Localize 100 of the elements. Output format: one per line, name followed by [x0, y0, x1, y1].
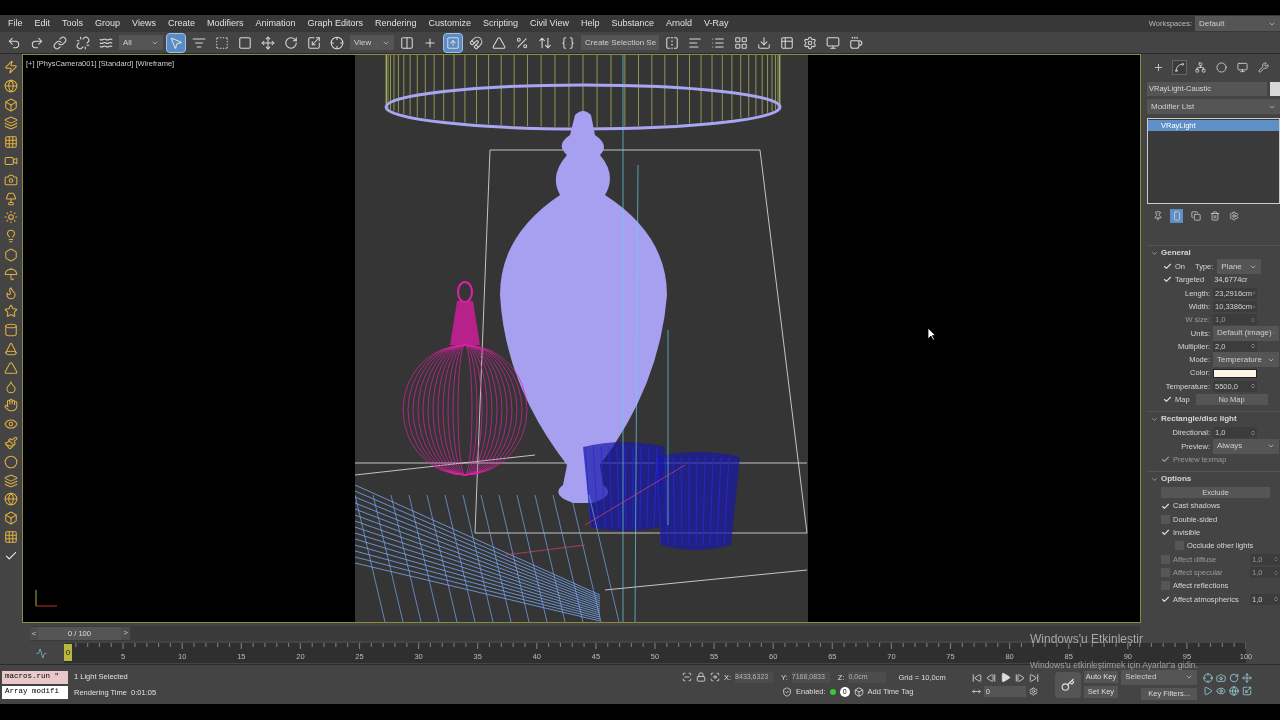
menu-item[interactable]: Graph Editors — [301, 16, 369, 31]
menu-item[interactable]: Tools — [56, 16, 90, 31]
curve-editor-icon[interactable] — [36, 647, 47, 659]
scale-icon[interactable] — [1242, 686, 1253, 696]
triangle-icon[interactable] — [4, 360, 18, 375]
step-forward-button[interactable] — [1014, 672, 1025, 683]
circle-tab[interactable] — [1214, 59, 1229, 75]
curve-tab[interactable] — [1172, 59, 1187, 75]
menu-item[interactable]: File — [2, 16, 29, 31]
eye-icon[interactable] — [4, 417, 18, 432]
umbrella-icon[interactable] — [4, 266, 18, 281]
checkbox[interactable] — [1163, 395, 1172, 405]
settings-button[interactable] — [1227, 209, 1240, 223]
shield-icon[interactable] — [782, 686, 792, 697]
checkbox[interactable] — [1161, 594, 1170, 604]
cone-icon[interactable] — [4, 341, 18, 356]
hierarchy-tab[interactable] — [1193, 59, 1208, 75]
current-frame-marker[interactable]: 0 — [64, 644, 72, 661]
rollout-title[interactable]: Options — [1161, 473, 1192, 486]
cube-icon[interactable] — [853, 686, 864, 697]
lamp-icon[interactable] — [4, 191, 18, 206]
layers-icon[interactable] — [4, 473, 18, 488]
pin-button[interactable] — [1151, 209, 1164, 223]
menu-item[interactable]: Customize — [422, 16, 478, 31]
option-dropdown[interactable]: Always — [1213, 438, 1279, 454]
play-outline-icon[interactable] — [1203, 686, 1214, 696]
next-frame-button[interactable]: > — [121, 627, 130, 640]
spinner-arrows-icon — [1250, 316, 1256, 323]
bolt-icon[interactable] — [4, 60, 18, 74]
eye-icon[interactable] — [1216, 686, 1227, 696]
copy-button[interactable] — [1189, 209, 1202, 223]
droplet-icon[interactable] — [4, 379, 18, 394]
workspaces-dropdown[interactable]: Default — [1195, 16, 1280, 31]
rollout-title[interactable]: Rectangle/disc light — [1161, 413, 1237, 426]
move-icon[interactable] — [1242, 673, 1253, 683]
checkbox[interactable] — [1161, 501, 1170, 511]
time-settings-icon[interactable] — [1028, 687, 1038, 696]
object-color-swatch[interactable] — [1270, 82, 1280, 96]
globe-icon[interactable] — [1229, 686, 1240, 696]
menu-item[interactable]: Substance — [605, 16, 660, 31]
lock-icon[interactable] — [696, 672, 706, 683]
layers-icon[interactable] — [4, 116, 18, 131]
rollout-caret-icon[interactable] — [1151, 475, 1158, 483]
option-dropdown[interactable]: Default (image) — [1213, 325, 1279, 341]
menu-item[interactable]: Rendering — [369, 16, 423, 31]
previous-frame-button[interactable]: < — [30, 627, 38, 640]
skip-back-button[interactable] — [971, 672, 982, 683]
flame-icon[interactable] — [4, 285, 18, 300]
video-camera-icon[interactable] — [4, 154, 18, 168]
menu-item[interactable]: Scripting — [477, 16, 525, 31]
globe-icon[interactable] — [4, 78, 18, 93]
option-dropdown[interactable]: Temperature — [1213, 352, 1279, 368]
rotate-icon[interactable] — [1229, 673, 1240, 683]
rollout-caret-icon[interactable] — [1151, 415, 1158, 423]
crosshair-icon[interactable] — [1203, 673, 1214, 683]
star-icon[interactable] — [4, 304, 18, 319]
color-swatch[interactable] — [1213, 368, 1257, 378]
trash-button[interactable] — [1208, 209, 1221, 223]
hexagon-icon[interactable] — [4, 247, 18, 262]
wrench-tab[interactable] — [1256, 59, 1271, 75]
sun-icon[interactable] — [4, 210, 18, 225]
key-set-dropdown[interactable]: Selected — [1121, 669, 1198, 685]
checkbox[interactable] — [1163, 275, 1172, 285]
globe-icon[interactable] — [4, 492, 18, 507]
grid-icon[interactable] — [4, 529, 18, 544]
pointer-button[interactable] — [166, 32, 186, 53]
rollout-caret-icon[interactable] — [1151, 249, 1158, 257]
menu-item[interactable]: V-Ray — [698, 16, 735, 31]
paintbrush-icon[interactable] — [4, 435, 18, 450]
play-button[interactable] — [999, 672, 1011, 683]
cylinder-icon[interactable] — [4, 323, 18, 338]
type-dropdown[interactable]: Plane — [1217, 259, 1262, 275]
lightbulb-icon[interactable] — [4, 229, 18, 244]
menu-item[interactable]: Civil View — [524, 16, 575, 31]
sphere-icon[interactable] — [4, 454, 18, 469]
arrow-up-square-button[interactable] — [443, 32, 463, 53]
menu-item[interactable]: Animation — [249, 16, 302, 31]
menu-item[interactable]: Group — [89, 16, 127, 31]
step-back-button[interactable] — [985, 672, 996, 683]
hand-icon[interactable] — [4, 398, 18, 413]
menu-item[interactable]: Help — [574, 16, 606, 31]
rollout-title[interactable]: General — [1161, 247, 1191, 259]
camera-icon[interactable] — [4, 172, 18, 187]
checkbox[interactable] — [1163, 262, 1172, 272]
cube-icon[interactable] — [4, 511, 18, 526]
skip-forward-button[interactable] — [1028, 672, 1039, 683]
set-key-big-button[interactable] — [1054, 671, 1081, 698]
cube-icon[interactable] — [4, 97, 18, 112]
menu-item[interactable]: Edit — [28, 16, 57, 31]
named-selection-dropdown[interactable]: Create Selection Se — [581, 35, 659, 50]
menu-item[interactable]: Modifiers — [200, 16, 250, 31]
modifier-list-dropdown[interactable]: Modifier List — [1147, 99, 1280, 114]
menu-item[interactable]: Arnold — [659, 16, 698, 31]
grid-icon[interactable] — [4, 135, 18, 150]
coordinate-dropdown[interactable]: View — [350, 35, 394, 50]
camera-icon[interactable] — [1216, 673, 1227, 683]
selection-filter-dropdown[interactable]: All — [119, 35, 163, 50]
menu-item[interactable]: Views — [126, 16, 162, 31]
checkbox[interactable] — [1161, 528, 1170, 538]
menu-item[interactable]: Create — [161, 16, 201, 31]
